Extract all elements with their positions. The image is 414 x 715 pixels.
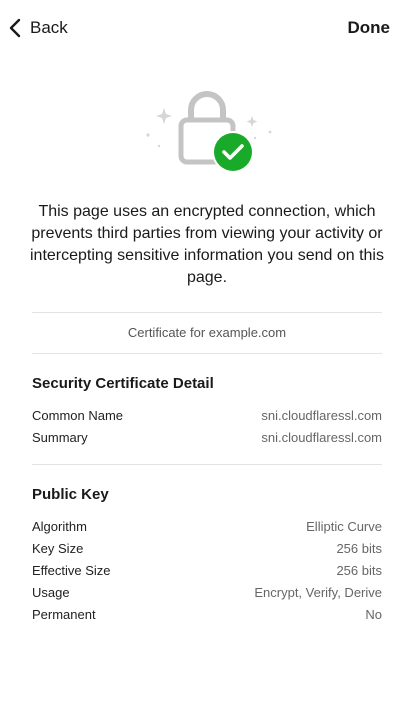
detail-row-effective-size: Effective Size 256 bits bbox=[32, 560, 382, 582]
encryption-message: This page uses an encrypted connection, … bbox=[30, 203, 384, 286]
done-button[interactable]: Done bbox=[348, 14, 391, 42]
row-value: No bbox=[365, 607, 382, 622]
secure-lock-illustration bbox=[137, 86, 277, 180]
row-label: Key Size bbox=[32, 541, 84, 556]
public-key-title: Public Key bbox=[32, 486, 109, 503]
row-label: Effective Size bbox=[32, 563, 111, 578]
row-value: 256 bits bbox=[336, 563, 382, 578]
row-label: Common Name bbox=[32, 408, 124, 423]
row-value: Elliptic Curve bbox=[306, 519, 382, 534]
sparkle-icon bbox=[146, 108, 272, 148]
row-label: Permanent bbox=[32, 607, 96, 622]
row-value: sni.cloudflaressl.com bbox=[261, 408, 382, 423]
row-value: 256 bits bbox=[336, 541, 382, 556]
detail-row-summary: Summary sni.cloudflaressl.com bbox=[32, 427, 382, 449]
detail-row-permanent: Permanent No bbox=[32, 604, 382, 626]
detail-row-algorithm: Algorithm Elliptic Curve bbox=[32, 516, 382, 538]
divider bbox=[32, 464, 382, 465]
detail-row-common-name: Common Name sni.cloudflaressl.com bbox=[32, 405, 382, 427]
row-value: sni.cloudflaressl.com bbox=[261, 430, 382, 445]
top-nav-bar: Back Done bbox=[0, 0, 414, 56]
certificate-for-label: Certificate for example.com bbox=[127, 325, 287, 340]
row-label: Summary bbox=[32, 430, 88, 445]
row-value: Encrypt, Verify, Derive bbox=[254, 585, 382, 600]
divider bbox=[32, 353, 382, 354]
divider bbox=[32, 312, 382, 313]
detail-row-key-size: Key Size 256 bits bbox=[32, 538, 382, 560]
back-button[interactable]: Back bbox=[6, 14, 68, 42]
padlock-icon bbox=[146, 91, 272, 173]
chevron-left-icon bbox=[9, 18, 21, 38]
detail-row-usage: Usage Encrypt, Verify, Derive bbox=[32, 582, 382, 604]
row-label: Algorithm bbox=[32, 519, 87, 534]
back-label: Back bbox=[30, 18, 68, 37]
security-certificate-detail-title: Security Certificate Detail bbox=[32, 375, 214, 392]
row-label: Usage bbox=[32, 585, 70, 600]
